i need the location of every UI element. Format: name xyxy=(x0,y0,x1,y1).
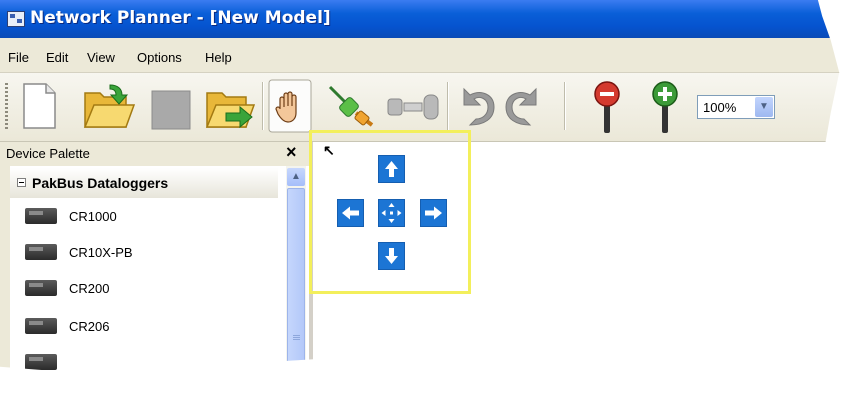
redo-icon[interactable] xyxy=(502,85,544,134)
menu-view[interactable]: View xyxy=(87,50,115,65)
scroll-up-arrow-icon[interactable]: ▲ xyxy=(287,168,305,186)
scroll-thumb[interactable] xyxy=(287,188,305,375)
device-item-cr10x-pb[interactable]: CR10X-PB xyxy=(25,240,275,270)
palette-scrollbar[interactable]: ▲ xyxy=(286,166,306,375)
move-center-icon xyxy=(381,203,402,223)
save-icon[interactable] xyxy=(150,89,192,136)
zoom-level-select[interactable]: 100% ▼ xyxy=(697,95,775,119)
device-item-cr206[interactable]: CR206 xyxy=(25,314,275,344)
export-folder-icon[interactable] xyxy=(204,81,258,136)
app-network-icon xyxy=(7,11,25,27)
menu-bar: File Edit View Options Help xyxy=(0,38,844,73)
toolbar-separator xyxy=(262,82,264,130)
palette-border xyxy=(0,166,10,375)
palette-header: Device Palette × xyxy=(0,142,309,166)
palette-group-pakbus-dataloggers[interactable]: PakBus Dataloggers xyxy=(10,168,278,198)
device-item-cr200[interactable]: CR200 xyxy=(25,276,275,306)
group-label: PakBus Dataloggers xyxy=(32,175,169,191)
device-palette: Device Palette × PakBus Dataloggers CR10… xyxy=(0,142,309,375)
pan-hand-icon[interactable] xyxy=(268,79,312,138)
open-folder-icon[interactable] xyxy=(82,81,138,136)
collapse-icon[interactable] xyxy=(17,178,26,187)
scroll-grip xyxy=(293,335,300,341)
toolbar-separator xyxy=(447,82,449,130)
zoom-in-icon[interactable] xyxy=(652,81,678,140)
datalogger-icon xyxy=(25,244,57,260)
device-item-partial[interactable] xyxy=(25,350,275,375)
menu-help[interactable]: Help xyxy=(205,50,232,65)
arrow-right-icon xyxy=(425,206,442,220)
device-label: CR206 xyxy=(69,319,110,334)
arrow-up-icon xyxy=(385,161,398,177)
connect-plug-icon[interactable] xyxy=(326,81,378,136)
pan-right-button[interactable] xyxy=(420,199,447,227)
undo-icon[interactable] xyxy=(456,85,496,134)
pan-down-button[interactable] xyxy=(378,242,405,270)
pan-left-button[interactable] xyxy=(337,199,364,227)
toolbar-grip[interactable] xyxy=(5,83,8,129)
datalogger-icon xyxy=(25,208,57,224)
menu-edit[interactable]: Edit xyxy=(46,50,68,65)
pan-center-button[interactable] xyxy=(378,199,405,227)
zoom-out-icon[interactable] xyxy=(594,81,620,140)
device-label: CR10X-PB xyxy=(69,245,133,260)
close-icon[interactable]: × xyxy=(286,142,297,163)
device-label: CR200 xyxy=(69,281,110,296)
application-window: Network Planner - [New Model] File Edit … xyxy=(0,0,844,375)
new-file-icon[interactable] xyxy=(20,81,58,136)
datalogger-icon xyxy=(25,354,57,370)
datalogger-icon xyxy=(25,318,57,334)
menu-file[interactable]: File xyxy=(8,50,29,65)
zoom-value: 100% xyxy=(703,100,737,115)
title-bar: Network Planner - [New Model] xyxy=(0,0,844,38)
link-devices-icon[interactable] xyxy=(386,91,440,128)
window-title: Network Planner - [New Model] xyxy=(30,8,331,28)
toolbar-separator xyxy=(564,82,566,130)
pan-up-button[interactable] xyxy=(378,155,405,183)
arrow-left-icon xyxy=(342,206,359,220)
device-item-cr1000[interactable]: CR1000 xyxy=(25,204,275,234)
chevron-down-icon[interactable]: ▼ xyxy=(755,97,773,117)
menu-options[interactable]: Options xyxy=(137,50,182,65)
palette-title: Device Palette xyxy=(6,146,90,161)
device-label: CR1000 xyxy=(69,209,117,224)
datalogger-icon xyxy=(25,280,57,296)
arrow-down-icon xyxy=(385,248,398,264)
